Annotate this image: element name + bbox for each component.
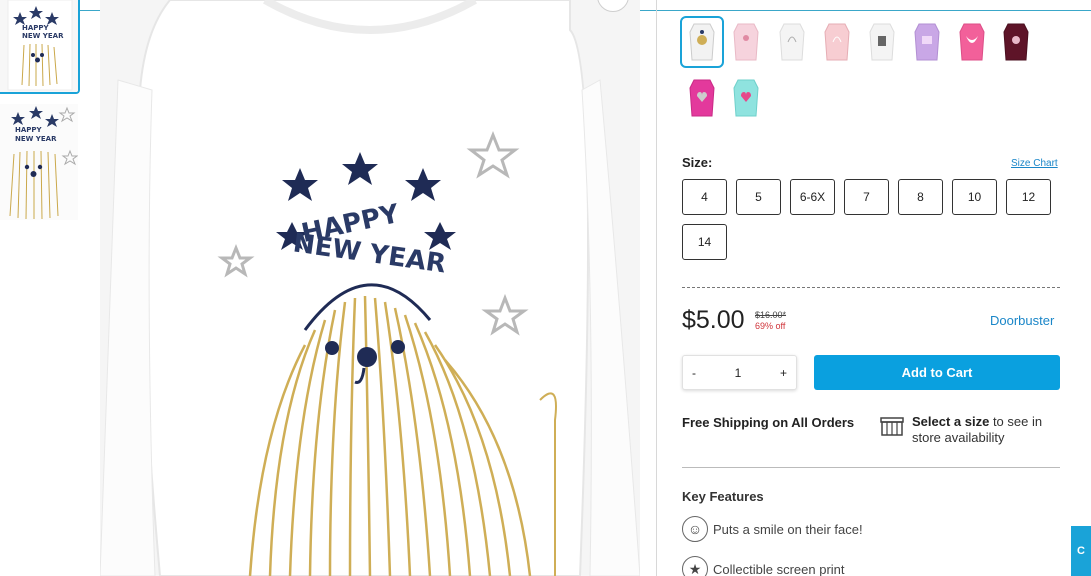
thumbnail-front[interactable]: HAPPY NEW YEAR bbox=[0, 0, 80, 94]
feature-text: Collectible screen print bbox=[713, 561, 845, 576]
shirt-swatch-icon bbox=[689, 79, 715, 117]
thumbnail-front-image: HAPPY NEW YEAR bbox=[0, 0, 78, 92]
size-option-10[interactable]: 10 bbox=[952, 179, 997, 215]
size-chart-link[interactable]: Size Chart bbox=[1011, 158, 1058, 169]
quantity-value[interactable]: 1 bbox=[735, 366, 742, 380]
swatch-white-cat[interactable] bbox=[860, 16, 904, 68]
svg-text:NEW YEAR: NEW YEAR bbox=[15, 135, 57, 143]
chat-tab-button[interactable]: C bbox=[1071, 526, 1091, 576]
swatch-mint-heart[interactable] bbox=[724, 72, 768, 124]
shirt-swatch-icon bbox=[733, 79, 759, 117]
quantity-increase-button[interactable]: + bbox=[780, 366, 787, 380]
swatch-hot-pink-butterfly[interactable] bbox=[950, 16, 994, 68]
feature-text: Puts a smile on their face! bbox=[713, 521, 863, 537]
add-to-cart-button[interactable]: Add to Cart bbox=[814, 355, 1060, 390]
tshirt-illustration: HAPPY NEW YEAR bbox=[100, 0, 640, 576]
product-main-image[interactable]: HAPPY NEW YEAR bbox=[100, 0, 640, 576]
size-option-12[interactable]: 12 bbox=[1006, 179, 1051, 215]
swatch-lavender[interactable] bbox=[905, 16, 949, 68]
quantity-stepper: - 1 + bbox=[682, 355, 797, 390]
discount-percent: 69% off bbox=[755, 321, 786, 331]
section-divider bbox=[682, 467, 1060, 468]
quantity-decrease-button[interactable]: - bbox=[692, 366, 696, 380]
shirt-star-icon: ★ bbox=[682, 556, 708, 576]
svg-text:HAPPY: HAPPY bbox=[15, 126, 43, 134]
store-icon bbox=[880, 417, 904, 436]
doorbuster-badge: Doorbuster bbox=[990, 313, 1055, 328]
original-price: $16.00* bbox=[755, 310, 787, 320]
shirt-swatch-icon bbox=[869, 23, 895, 61]
thumbnail-detail-image: HAPPY NEW YEAR bbox=[0, 104, 78, 220]
shirt-swatch-icon bbox=[824, 23, 850, 61]
swatch-pink-ballerina[interactable] bbox=[724, 16, 768, 68]
size-option-5[interactable]: 5 bbox=[736, 179, 781, 215]
section-divider-dashed bbox=[682, 287, 1060, 288]
size-option-6-6x[interactable]: 6-6X bbox=[790, 179, 835, 215]
key-features-title: Key Features bbox=[682, 489, 764, 504]
swatch-pink-unicorn[interactable] bbox=[815, 16, 859, 68]
swatch-burgundy[interactable] bbox=[994, 16, 1038, 68]
size-option-14[interactable]: 14 bbox=[682, 224, 727, 260]
shirt-swatch-icon bbox=[914, 23, 940, 61]
shirt-swatch-icon bbox=[779, 23, 805, 61]
shirt-swatch-icon bbox=[689, 23, 715, 61]
svg-text:HAPPY: HAPPY bbox=[22, 24, 50, 32]
shirt-swatch-icon bbox=[959, 23, 985, 61]
shirt-swatch-icon bbox=[733, 23, 759, 61]
swatch-magenta-heart[interactable] bbox=[680, 72, 724, 124]
panel-divider bbox=[656, 0, 657, 576]
store-availability-text: Select a size to see in store availabili… bbox=[912, 414, 1062, 446]
free-shipping-text: Free Shipping on All Orders bbox=[682, 415, 855, 430]
size-option-8[interactable]: 8 bbox=[898, 179, 943, 215]
size-label: Size: bbox=[682, 155, 713, 170]
feature-item-print: ★ Collectible screen print bbox=[682, 556, 845, 576]
size-option-7[interactable]: 7 bbox=[844, 179, 889, 215]
swatch-white-dog[interactable] bbox=[680, 16, 724, 68]
current-price: $5.00 bbox=[682, 306, 745, 334]
swatch-white-unicorn[interactable] bbox=[770, 16, 814, 68]
svg-text:NEW YEAR: NEW YEAR bbox=[22, 32, 64, 40]
store-availability-bold[interactable]: Select a size bbox=[912, 414, 989, 429]
size-option-4[interactable]: 4 bbox=[682, 179, 727, 215]
smile-icon: ☺ bbox=[682, 516, 708, 542]
feature-item-smile: ☺ Puts a smile on their face! bbox=[682, 516, 863, 542]
shirt-swatch-icon bbox=[1003, 23, 1029, 61]
thumbnail-detail[interactable]: HAPPY NEW YEAR bbox=[0, 104, 78, 220]
